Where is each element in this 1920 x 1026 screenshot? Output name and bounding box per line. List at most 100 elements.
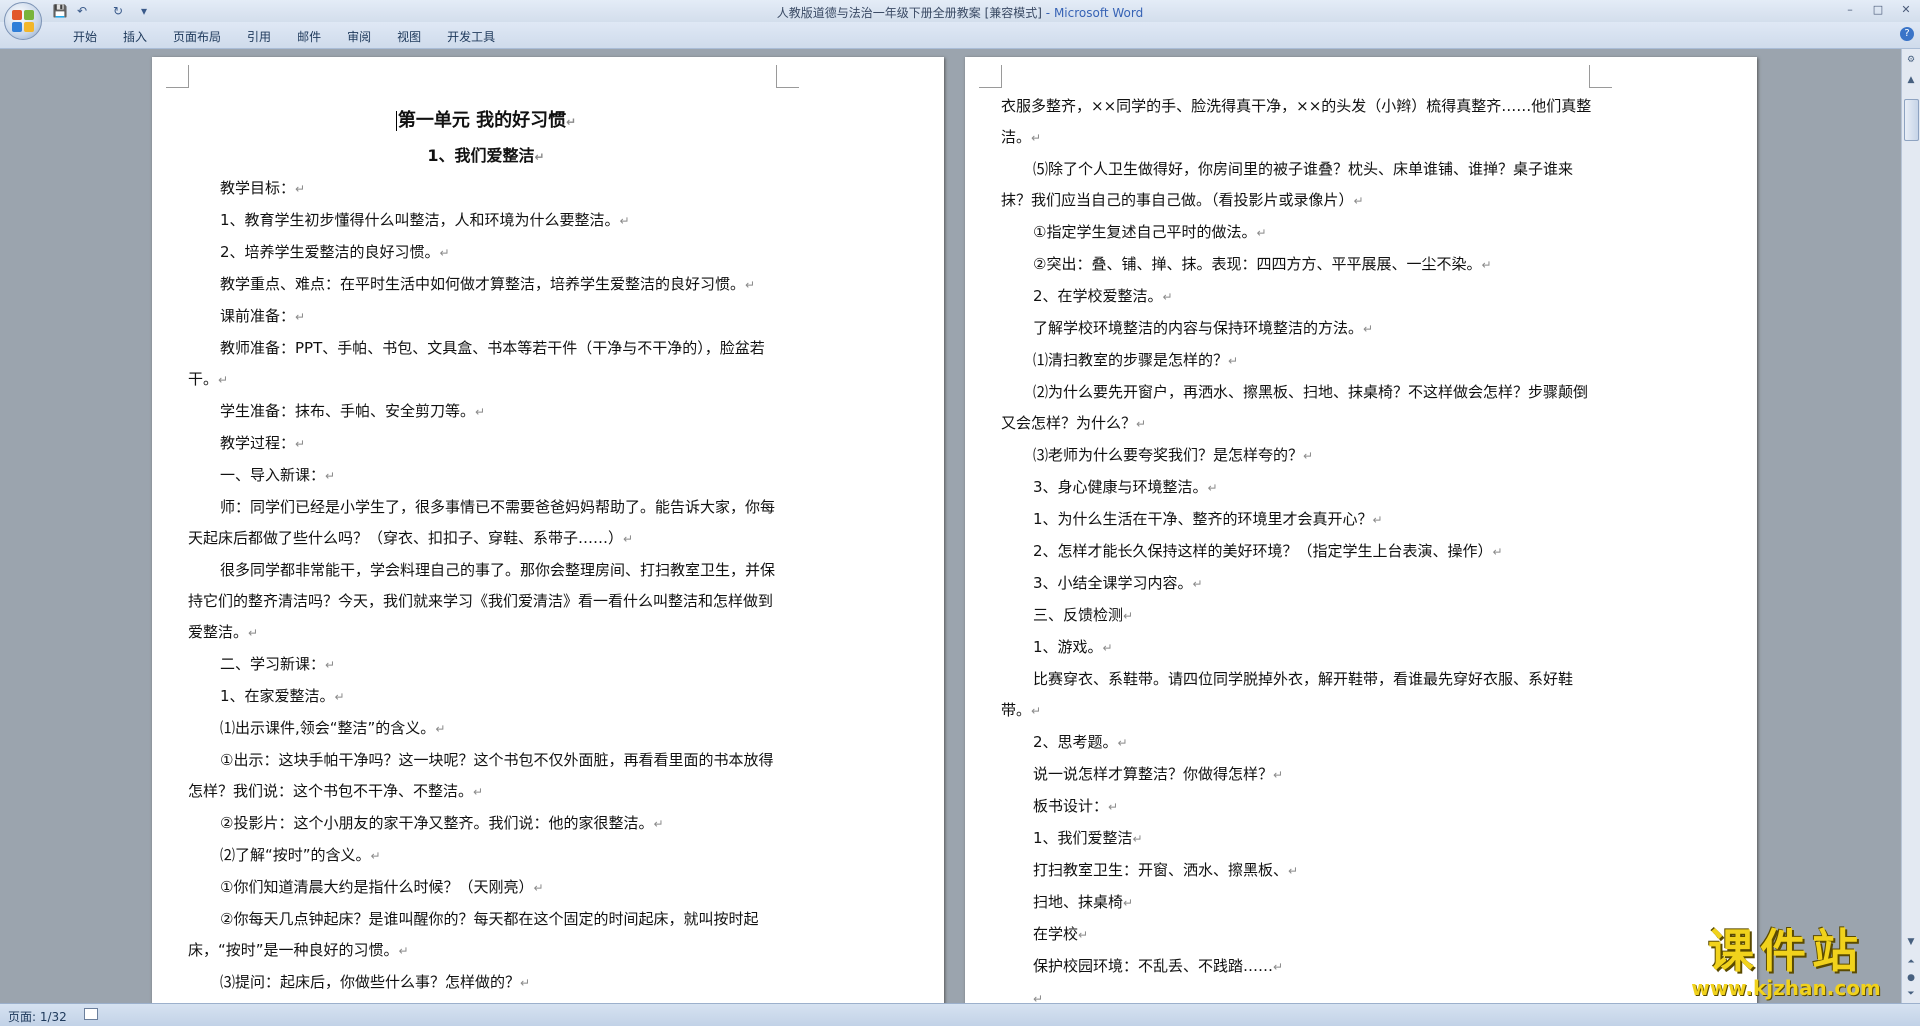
- paragraph-mark: ↵: [439, 246, 450, 260]
- paragraph-text: 3、身心健康与环境整洁。: [1033, 478, 1208, 496]
- text-cursor: [395, 111, 397, 131]
- paragraph: 保护校园环境：不乱丢、不践踏……↵: [1001, 951, 1597, 983]
- scroll-up-icon[interactable]: ▲: [1904, 73, 1918, 87]
- office-button[interactable]: [4, 2, 42, 40]
- paragraph: 打扫教室卫生：开窗、洒水、擦黑板、↵: [1001, 855, 1597, 887]
- paragraph-text: 说一说怎样才算整洁？你做得怎样？: [1033, 765, 1274, 783]
- paragraph-text: 1、为什么生活在干净、整齐的环境里才会真开心？: [1033, 510, 1373, 528]
- paragraph-text: ②你每天几点钟起床？是谁叫醒你的？每天都在这个固定的时间起床，就叫按时起床，“按…: [188, 910, 759, 959]
- title-separator: -: [1041, 6, 1054, 20]
- scroll-down-icon[interactable]: ▼: [1904, 935, 1918, 949]
- paragraph-mark: ↵: [534, 150, 545, 164]
- ribbon-tab[interactable]: 开始: [60, 28, 110, 45]
- unit-title: 第一单元 我的好习惯↵: [188, 103, 784, 140]
- paragraph-mark: ↵: [1492, 545, 1503, 559]
- paragraph-mark: ↵: [475, 405, 486, 419]
- document-page-2[interactable]: 衣服多整齐，××同学的手、脸洗得真干净，××的头发（小辫）梳得真整齐……他们真整…: [965, 57, 1757, 1017]
- paragraph-text: ⑴出示课件,领会“整洁”的含义。: [220, 719, 436, 737]
- page-count[interactable]: 页面: 1/32: [8, 1008, 67, 1025]
- paragraph-mark: ↵: [1288, 864, 1299, 878]
- paragraph-mark: ↵: [745, 278, 756, 292]
- ribbon-tab[interactable]: 邮件: [284, 28, 334, 45]
- paragraph-text: 三、反馈检测: [1033, 606, 1124, 624]
- paragraph-mark: ↵: [1256, 226, 1267, 240]
- ribbon-tab[interactable]: 审阅: [334, 28, 384, 45]
- title-bar: 💾 ↶ ↻ ▾ 人教版道德与法治一年级下册全册教案 [兼容模式] - Micro…: [0, 0, 1920, 40]
- paragraph: ①你们知道清晨大约是指什么时候？（天刚亮）↵: [188, 872, 784, 904]
- paragraph-mark: ↵: [295, 310, 306, 324]
- document-title: 人教版道德与法治一年级下册全册教案 [兼容模式]: [776, 6, 1042, 20]
- window-controls: – □ ✕: [1836, 0, 1920, 20]
- paragraph-mark: ↵: [435, 722, 446, 736]
- ruler-toggle-icon[interactable]: ⚙: [1904, 53, 1918, 67]
- paragraph: 2、怎样才能长久保持这样的美好环境？（指定学生上台表演、操作）↵: [1001, 536, 1597, 568]
- paragraph-text: 2、培养学生爱整洁的良好习惯。: [220, 243, 440, 261]
- paragraph-text: 学生准备：抹布、手帕、安全剪刀等。: [220, 402, 476, 420]
- paragraph-text: 教学目标：: [220, 179, 296, 197]
- paragraph-text: 教学过程：: [220, 434, 296, 452]
- paragraph: ⑶提问：起床后，你做些什么事？怎样做的？↵: [188, 967, 784, 999]
- paragraph-text: 扫地、抹桌椅: [1033, 893, 1124, 911]
- paragraph: 三、反馈检测↵: [1001, 600, 1597, 632]
- proofing-status-icon[interactable]: [84, 1008, 98, 1020]
- ribbon-tab[interactable]: 页面布局: [160, 28, 234, 45]
- ribbon-tab[interactable]: 引用: [234, 28, 284, 45]
- paragraph-text: ①指定学生复述自己平时的做法。: [1033, 223, 1257, 241]
- help-icon[interactable]: ?: [1900, 27, 1914, 41]
- paragraph-mark: ↵: [325, 658, 336, 672]
- paragraph: 很多同学都非常能干，学会料理自己的事了。那你会整理房间、打扫教室卫生，并保持它们…: [188, 555, 784, 649]
- scroll-thumb[interactable]: [1904, 99, 1919, 141]
- paragraph-text: ⑵了解“按时”的含义。: [220, 846, 371, 864]
- vertical-scrollbar[interactable]: ⚙ ▲ ▼ ⏶ ● ⏷: [1901, 49, 1920, 1003]
- paragraph-mark: ↵: [566, 115, 577, 129]
- paragraph-mark: ↵: [1353, 194, 1364, 208]
- ribbon-tabs: 开始 插入 页面布局 引用 邮件 审阅 视图 开发工具: [60, 28, 508, 45]
- paragraph-mark: ↵: [533, 881, 544, 895]
- paragraph-mark: ↵: [653, 817, 664, 831]
- paragraph-mark: ↵: [1273, 960, 1284, 974]
- paragraph: 1、游戏。↵: [1001, 632, 1597, 664]
- paragraph-mark: ↵: [1102, 641, 1113, 655]
- previous-page-icon[interactable]: ⏶: [1904, 955, 1918, 969]
- paragraph: 板书设计：↵: [1001, 791, 1597, 823]
- paragraph: ①出示：这块手帕干净吗？这一块呢？这个书包不仅外面脏，再看看里面的书本放得怎样？…: [188, 745, 784, 808]
- paragraph: ⑵了解“按时”的含义。↵: [188, 840, 784, 872]
- lesson-title: 1、我们爱整洁↵: [188, 140, 784, 173]
- maximize-button[interactable]: □: [1864, 0, 1892, 20]
- paragraph-mark: ↵: [520, 976, 531, 990]
- page-1-text[interactable]: 第一单元 我的好习惯↵ 1、我们爱整洁↵ 教学目标：↵ 1、教育学生初步懂得什么叫…: [188, 103, 784, 1017]
- ribbon-tab[interactable]: 插入: [110, 28, 160, 45]
- ribbon-tab[interactable]: 开发工具: [434, 28, 508, 45]
- paragraph-text: 课前准备：: [220, 307, 296, 325]
- paragraph-mark: ↵: [398, 944, 409, 958]
- paragraph-text: 打扫教室卫生：开窗、洒水、擦黑板、: [1033, 861, 1289, 879]
- paragraph: 在学校↵: [1001, 919, 1597, 951]
- ribbon-tab[interactable]: 视图: [384, 28, 434, 45]
- minimize-button[interactable]: –: [1836, 0, 1864, 20]
- paragraph-mark: ↵: [473, 785, 484, 799]
- paragraph-text: 在学校: [1033, 925, 1079, 943]
- document-page-1[interactable]: 第一单元 我的好习惯↵ 1、我们爱整洁↵ 教学目标：↵ 1、教育学生初步懂得什么叫…: [152, 57, 944, 1017]
- paragraph-text: ⑵为什么要先开窗户，再洒水、擦黑板、扫地、抹桌椅？不这样做会怎样？步骤颠倒又会怎…: [1001, 383, 1589, 432]
- margin-mark-top-right: [1589, 65, 1612, 88]
- next-page-icon[interactable]: ⏷: [1904, 987, 1918, 1001]
- paragraph: 比赛穿衣、系鞋带。请四位同学脱掉外衣，解开鞋带，看谁最先穿好衣服、系好鞋带。↵: [1001, 664, 1597, 727]
- paragraph-mark: ↵: [619, 214, 630, 228]
- paragraph-text: 2、怎样才能长久保持这样的美好环境？（指定学生上台表演、操作）: [1033, 542, 1493, 560]
- paragraph: 教学重点、难点：在平时生活中如何做才算整洁，培养学生爱整洁的良好习惯。↵: [188, 269, 784, 301]
- paragraph: ⑸除了个人卫生做得好，你房间里的被子谁叠？枕头、床单谁铺、谁掸？桌子谁来抹？我们…: [1001, 154, 1597, 217]
- close-button[interactable]: ✕: [1892, 0, 1920, 20]
- paragraph: 教学过程：↵: [188, 428, 784, 460]
- watermark-title: 课件站: [1708, 924, 1864, 978]
- paragraph-mark: ↵: [1123, 896, 1134, 910]
- select-browse-object-icon[interactable]: ●: [1904, 971, 1918, 985]
- paragraph: 扫地、抹桌椅↵: [1001, 887, 1597, 919]
- lesson-title-text: 1、我们爱整洁: [427, 146, 535, 165]
- page-2-text[interactable]: 衣服多整齐，××同学的手、脸洗得真干净，××的头发（小辫）梳得真整齐……他们真整…: [1001, 91, 1597, 1015]
- paragraph: 教学目标：↵: [188, 173, 784, 205]
- unit-title-text: 第一单元 我的好习惯: [397, 110, 567, 131]
- document-workspace: 第一单元 我的好习惯↵ 1、我们爱整洁↵ 教学目标：↵ 1、教育学生初步懂得什么叫…: [0, 49, 1902, 1017]
- paragraph: 1、在家爱整洁。↵: [188, 681, 784, 713]
- paragraph: 了解学校环境整洁的内容与保持环境整洁的方法。↵: [1001, 313, 1597, 345]
- paragraph-text: 一、导入新课：: [220, 466, 326, 484]
